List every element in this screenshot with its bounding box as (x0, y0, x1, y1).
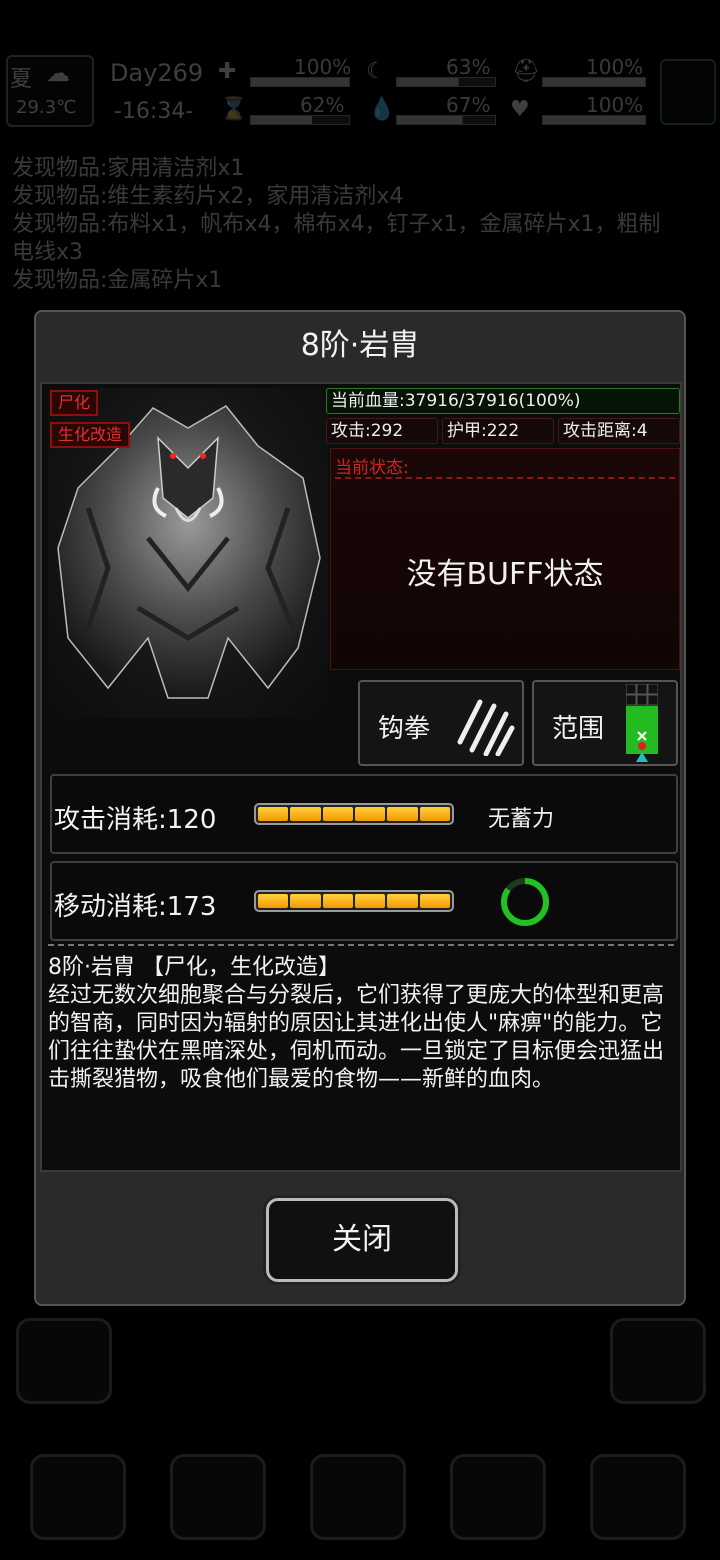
skill-range-button[interactable]: 范围 (532, 680, 678, 766)
attack-cost-row: 攻击消耗:120 无蓄力 (50, 774, 678, 854)
skill-hook-punch-button[interactable]: 钩拳 (358, 680, 524, 766)
armor-stat: 护甲:222 (442, 418, 554, 444)
dialog-title: 8阶·岩胄 (300, 328, 420, 363)
range-grid-icon (626, 684, 658, 762)
bar-segment (322, 807, 353, 821)
charge-status: 无蓄力 (488, 807, 555, 832)
attack-cost-label: 攻击消耗:120 (54, 805, 217, 835)
temperature-label: 29.3℃ (16, 97, 77, 118)
bar-segment (419, 807, 450, 821)
menu-button[interactable] (590, 1454, 686, 1540)
helmet-icon: ⛑ (512, 59, 540, 84)
claw-icon (457, 699, 515, 756)
attack-stat: 攻击:292 (326, 418, 438, 444)
attack-cost-bar (254, 803, 454, 825)
bar-segment (290, 894, 321, 908)
bar-segment (258, 894, 289, 908)
day-label: Day269 (110, 59, 204, 87)
cloud-icon: ☁ (46, 59, 70, 87)
battery-indicator (660, 59, 716, 125)
fatigue-value: 63% (446, 55, 491, 79)
stamina-value: 62% (300, 93, 345, 117)
bio-modified-tag: 生化改造 (50, 422, 131, 448)
medkit-icon: ✚ (218, 59, 237, 84)
hand-action-button[interactable] (16, 1318, 112, 1404)
bar-segment (322, 894, 353, 908)
close-button[interactable]: 关闭 (266, 1198, 458, 1282)
health-value: 100% (294, 55, 352, 79)
skill-label: 钩拳 (378, 714, 431, 744)
bar-segment (290, 807, 321, 821)
weather-panel: 夏 ☁ 29.3℃ (6, 55, 94, 127)
skill-label: 范围 (552, 714, 605, 744)
status-label: 当前状态: (335, 458, 409, 478)
move-cost-row: 移动消耗:173 (50, 861, 678, 941)
shop-button[interactable] (450, 1454, 546, 1540)
backpack-button[interactable] (30, 1454, 126, 1540)
bar-segment (387, 894, 418, 908)
monster-info-panel: 尸化 生化改造 当前血量:37916/37916(100%) 攻击:292 护甲… (40, 382, 682, 1172)
move-progress-ring-icon (501, 878, 549, 926)
status-panel: 当前状态: 没有BUFF状态 (330, 448, 680, 670)
bar-segment (354, 807, 386, 821)
time-label: -16:34- (114, 99, 194, 124)
water-drop-icon: 💧 (368, 97, 396, 122)
log-line: 发现物品:金属碎片x1 (12, 268, 223, 293)
description-title: 8阶·岩胄 【尸化，生化改造】 (48, 955, 340, 980)
bar-segment (419, 894, 450, 908)
hp-readout: 当前血量:37916/37916(100%) (326, 388, 680, 414)
monster-portrait: 尸化 生化改造 (48, 388, 328, 718)
zombified-tag: 尸化 (50, 390, 99, 416)
status-hud: 夏 ☁ 29.3℃ Day269 -16:34- ✚ 100% ⌛ 62% ☾ … (0, 55, 720, 130)
bar-segment (387, 807, 418, 821)
monster-description: 8阶·岩胄 【尸化，生化改造】 经过无数次细胞聚合与分裂后，它们获得了更庞大的体… (48, 954, 676, 1094)
description-body: 经过无数次细胞聚合与分裂后，它们获得了更庞大的体型和更高的智商，同时因为辐射的原… (48, 983, 665, 1092)
bar-segment (354, 894, 386, 908)
armor-value: 100% (586, 55, 644, 79)
bar-segment (258, 807, 289, 821)
mood-value: 100% (586, 93, 644, 117)
move-pad-button[interactable] (610, 1318, 706, 1404)
heart-icon: ♥ (510, 97, 530, 122)
thirst-value: 67% (446, 93, 491, 117)
log-line: 发现物品:布料x1，帆布x4，棉布x4，钉子x1，金属碎片x1，粗制 (12, 212, 661, 237)
move-cost-label: 移动消耗:173 (54, 892, 217, 922)
hourglass-icon: ⌛ (220, 97, 248, 122)
description-divider (48, 944, 674, 946)
monster-info-dialog: 8阶·岩胄 尸化 生化改造 当前血量:37916/37916(100%) 攻击:… (34, 310, 686, 1306)
move-cost-bar (254, 890, 454, 912)
moon-icon: ☾ (366, 59, 386, 84)
no-buff-message: 没有BUFF状态 (406, 557, 604, 592)
attack-range-stat: 攻击距离:4 (558, 418, 680, 444)
skills-button[interactable] (170, 1454, 266, 1540)
season-label: 夏 (10, 67, 33, 92)
status-divider (335, 477, 675, 479)
journal-button[interactable] (310, 1454, 406, 1540)
